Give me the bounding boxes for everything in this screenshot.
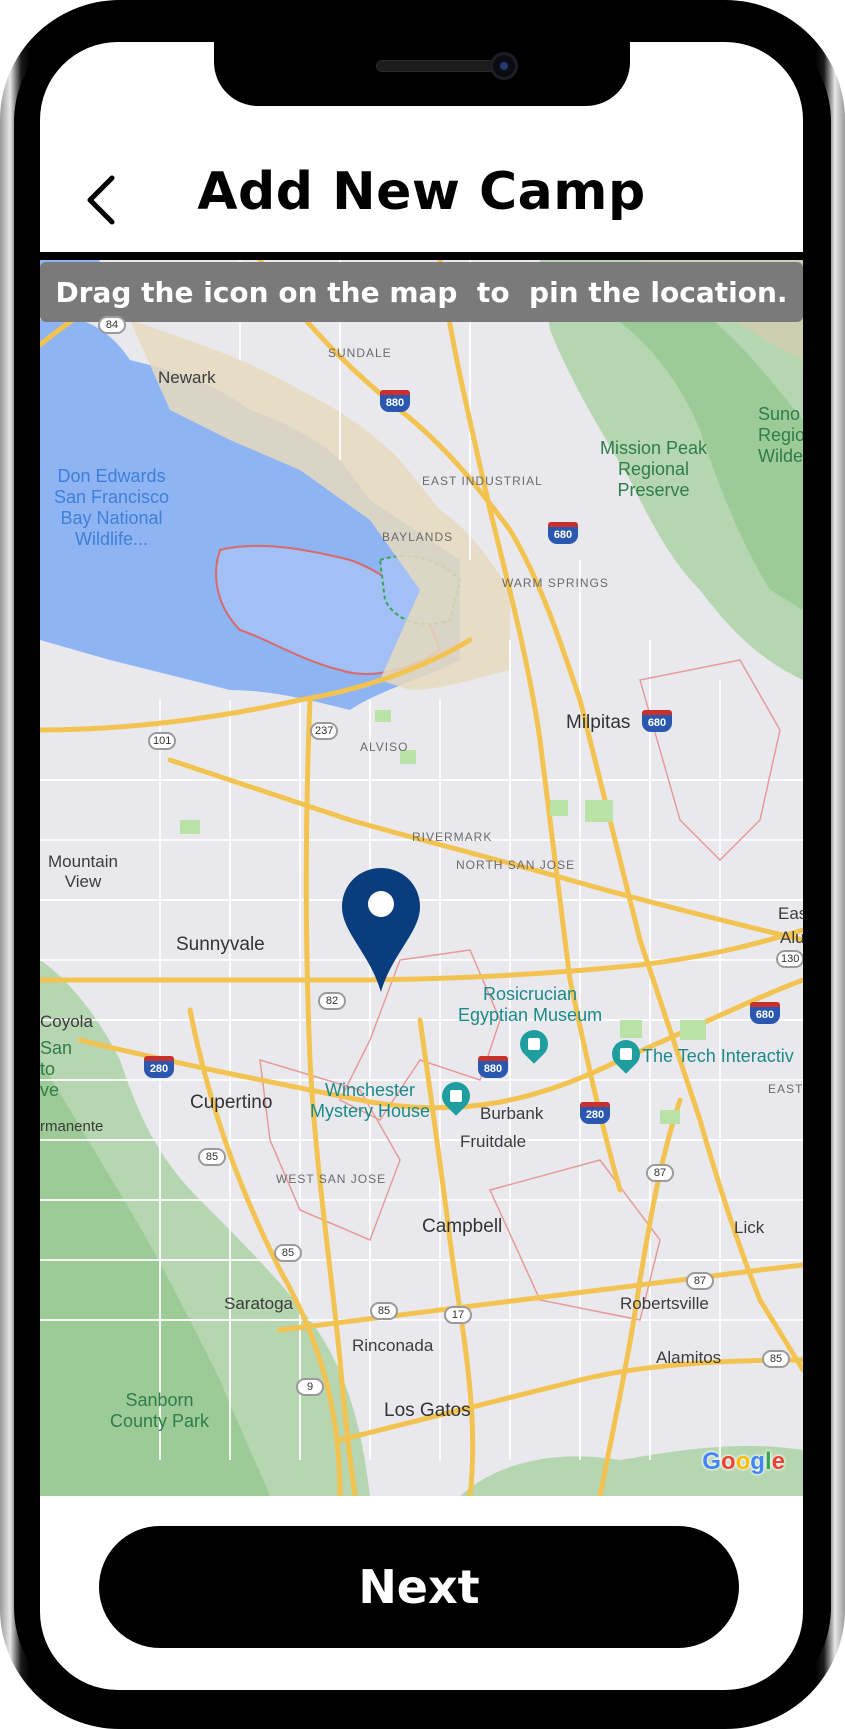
map-label-warm-springs: WARM SPRINGS: [502, 576, 609, 590]
map-label-north-san-jose: NORTH SAN JOSE: [456, 858, 576, 872]
header: Add New Camp: [40, 140, 803, 250]
route-shield: 82: [318, 992, 346, 1010]
map-label-newark: Newark: [158, 368, 216, 387]
route-shield: 85: [762, 1350, 790, 1368]
route-shield: 237: [310, 722, 339, 740]
route-shield: 85: [370, 1302, 398, 1320]
map-label-east-small: EAST: [768, 1082, 803, 1096]
map-label-east: East: [778, 904, 803, 923]
route-shield: 85: [274, 1244, 302, 1262]
map-label-permanente: rmanente: [40, 1118, 104, 1135]
map-label-alviso: ALVISO: [360, 740, 409, 754]
map-label-sundale: SUNDALE: [328, 346, 392, 360]
map-label-sunol: Suno Regio Wilderr: [758, 404, 803, 466]
map-label-rinconada: Rinconada: [352, 1336, 434, 1355]
route-shield: 101: [148, 732, 177, 750]
front-camera: [490, 52, 518, 80]
map-label-baylands: BAYLANDS: [382, 530, 454, 544]
map-view[interactable]: Drag the icon on the map to pin the loca…: [40, 260, 803, 1496]
map-label-west-san-jose: WEST SAN JOSE: [276, 1172, 387, 1186]
map-label-mission-peak: Mission Peak Regional Preserve: [600, 438, 708, 500]
notch: [214, 40, 630, 106]
interstate-shield: 880: [380, 390, 410, 412]
map-label-los-gatos: Los Gatos: [384, 1400, 471, 1421]
interstate-shield: 680: [750, 1002, 780, 1024]
map-label-alamitos: Alamitos: [656, 1348, 722, 1367]
google-attribution: Google: [702, 1448, 785, 1475]
map-label-rosicrucian: Rosicrucian Egyptian Museum: [458, 984, 603, 1025]
map-label-alum: Alu: [780, 928, 803, 947]
route-shield: 85: [198, 1148, 226, 1166]
interstate-shield: 680: [642, 710, 672, 732]
map-label-sanborn: Sanborn County Park: [110, 1390, 210, 1431]
map-label-lick: Lick: [734, 1218, 765, 1237]
route-shield: 130: [776, 950, 803, 968]
interstate-shield: 880: [478, 1056, 508, 1078]
route-shield: 17: [444, 1306, 472, 1324]
map-label-cupertino: Cupertino: [190, 1092, 273, 1113]
location-pin-icon[interactable]: [340, 866, 422, 994]
map-label-campbell: Campbell: [422, 1216, 503, 1237]
map-label-coyola: Coyola: [40, 1012, 93, 1031]
speaker-grille: [376, 60, 496, 72]
interstate-shield: 280: [144, 1056, 174, 1078]
route-shield: 87: [686, 1272, 714, 1290]
interstate-shield: 280: [580, 1102, 610, 1124]
interstate-shield: 680: [548, 522, 578, 544]
header-divider: [40, 252, 803, 260]
route-shield: 87: [646, 1164, 674, 1182]
map-label-tech-interactive: The Tech Interactiv: [642, 1046, 794, 1066]
map-label-saratoga: Saratoga: [224, 1294, 293, 1313]
map-label-winchester: Winchester Mystery House: [310, 1080, 431, 1121]
map-label-rivermark: RIVERMARK: [412, 830, 493, 844]
map-label-sunnyvale: Sunnyvale: [176, 934, 265, 955]
map-label-mountain-view: Mountain View: [48, 852, 118, 891]
map-label-don-edwards: Don Edwards San Francisco Bay National W…: [54, 466, 170, 549]
map-label-milpitas: Milpitas: [566, 712, 631, 733]
next-button[interactable]: Next: [99, 1526, 739, 1648]
route-shield: 9: [296, 1378, 324, 1396]
map-label-san-ve: San to ve: [40, 1038, 73, 1100]
page-title: Add New Camp: [197, 162, 646, 222]
map-label-east-industrial: EAST INDUSTRIAL: [422, 474, 543, 488]
map-label-robertsville: Robertsville: [620, 1294, 709, 1313]
map-label-burbank: Burbank: [480, 1104, 544, 1123]
map-label-fruitdale: Fruitdale: [460, 1132, 527, 1151]
instruction-banner: Drag the icon on the map to pin the loca…: [40, 262, 803, 322]
route-shield: 84: [98, 316, 126, 334]
